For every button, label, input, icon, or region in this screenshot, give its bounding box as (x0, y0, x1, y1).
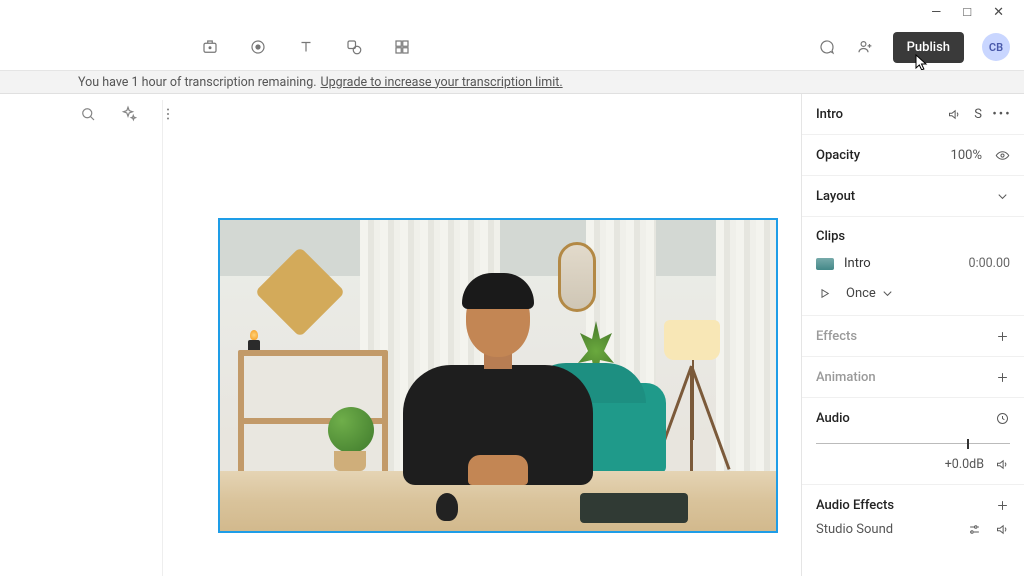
more-vertical-icon[interactable] (158, 104, 178, 124)
animation-label: Animation (816, 370, 876, 385)
audio-gain-slider[interactable] (816, 432, 1010, 456)
speaker-icon[interactable] (994, 456, 1010, 472)
reset-clock-icon[interactable] (994, 410, 1010, 426)
add-audio-effect-icon[interactable] (994, 497, 1010, 513)
shapes-tool-icon[interactable] (344, 37, 364, 57)
audio-effects-label: Audio Effects (816, 498, 894, 513)
play-mode-select[interactable]: Once (846, 285, 896, 301)
shortcut-key: S (974, 107, 982, 122)
record-media-icon[interactable] (200, 37, 220, 57)
window-minimize-icon[interactable]: — (931, 5, 941, 20)
audio-effect-item[interactable]: Studio Sound (816, 522, 893, 537)
avatar[interactable]: CB (982, 33, 1010, 61)
canvas-selected-clip[interactable] (218, 218, 778, 533)
window-maximize-icon[interactable]: □ (963, 4, 971, 20)
speaker-icon[interactable] (946, 106, 962, 122)
clip-time: 0:00.00 (969, 256, 1010, 271)
add-effect-icon[interactable] (994, 328, 1010, 344)
play-outline-icon[interactable] (816, 285, 832, 301)
scene-title: Intro (816, 107, 843, 122)
visibility-eye-icon[interactable] (994, 147, 1010, 163)
upgrade-link[interactable]: Upgrade to increase your transcription l… (321, 75, 563, 90)
publish-button[interactable]: Publish (893, 32, 964, 63)
clip-name: Intro (844, 256, 871, 271)
opacity-label: Opacity (816, 148, 860, 163)
transcription-banner: You have 1 hour of transcription remaini… (0, 70, 1024, 94)
video-thumbnail (220, 220, 776, 531)
templates-grid-icon[interactable] (392, 37, 412, 57)
clips-header: Clips (816, 229, 845, 244)
sparkle-ai-icon[interactable] (118, 104, 138, 124)
speaker-icon[interactable] (994, 521, 1010, 537)
topbar: Publish CB (0, 24, 1024, 70)
effects-label: Effects (816, 329, 857, 344)
chevron-down-icon[interactable] (994, 188, 1010, 204)
record-circle-icon[interactable] (248, 37, 268, 57)
banner-text: You have 1 hour of transcription remaini… (78, 75, 317, 90)
clip-thumbnail-icon (816, 258, 834, 270)
clip-item[interactable]: Intro 0:00.00 (802, 248, 1024, 279)
add-animation-icon[interactable] (994, 369, 1010, 385)
comment-icon[interactable] (817, 37, 837, 57)
audio-gain-value: +0.0dB (945, 457, 984, 472)
chevron-down-icon (880, 285, 896, 301)
layout-label: Layout (816, 189, 855, 204)
more-horizontal-icon[interactable]: ••• (994, 106, 1010, 122)
inspector-panel: Intro S ••• Opacity 100% Layout Clips In… (801, 94, 1024, 576)
script-panel-divider (162, 100, 163, 576)
text-tool-icon[interactable] (296, 37, 316, 57)
sliders-icon[interactable] (966, 521, 982, 537)
opacity-value[interactable]: 100% (951, 148, 982, 163)
audio-label: Audio (816, 411, 850, 426)
window-close-icon[interactable]: ✕ (993, 5, 1004, 20)
search-icon[interactable] (78, 104, 98, 124)
invite-user-icon[interactable] (855, 37, 875, 57)
